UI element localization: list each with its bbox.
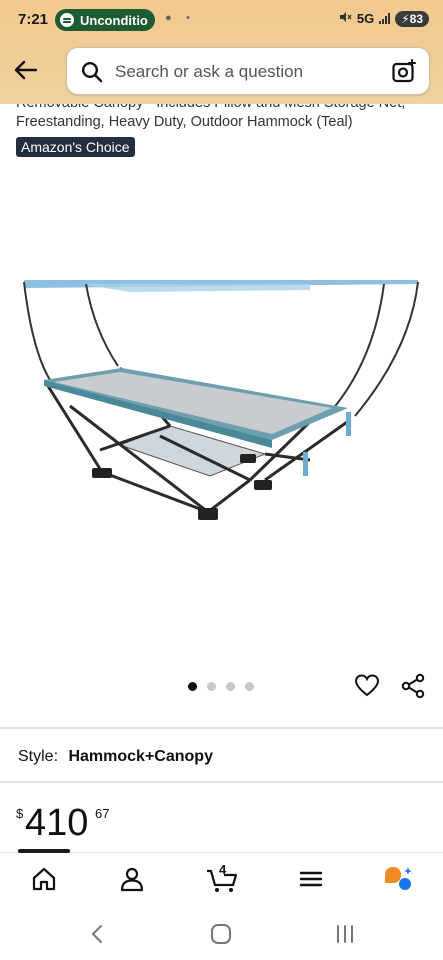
strap	[303, 452, 308, 476]
heart-icon[interactable]	[354, 673, 380, 699]
price-whole: 410	[25, 802, 89, 844]
search-box[interactable]	[66, 47, 430, 96]
frame-foot	[254, 480, 272, 490]
system-recents-icon[interactable]	[333, 922, 357, 946]
section-divider	[0, 781, 443, 783]
frame-foot	[92, 468, 112, 478]
style-label: Style:	[18, 748, 59, 765]
search-input[interactable]	[113, 48, 377, 96]
canopy-pole-right-back	[331, 283, 385, 411]
strap	[346, 412, 351, 436]
mute-icon	[338, 10, 352, 27]
media-label: Unconditio	[80, 12, 148, 28]
style-selector[interactable]: Style: Hammock+Canopy	[18, 748, 213, 766]
home-icon[interactable]	[30, 865, 58, 893]
camera-search-icon[interactable]	[391, 59, 417, 85]
canopy-pole-left-back	[85, 283, 119, 367]
share-icon[interactable]	[400, 673, 426, 699]
canopy-pole-left-front	[23, 281, 51, 381]
price-currency: $	[16, 806, 24, 821]
cart-count-badge: 4	[219, 862, 227, 877]
section-divider	[0, 727, 443, 729]
search-row	[0, 44, 443, 100]
active-tab-indicator	[18, 849, 70, 853]
media-playing-pill[interactable]: Unconditio	[55, 9, 155, 31]
price-fraction: 67	[95, 806, 110, 821]
carousel-dot[interactable]	[226, 682, 235, 691]
back-arrow-icon[interactable]	[12, 56, 40, 84]
top-header: 7:21 Unconditio ● • 5G ⚡83	[0, 0, 443, 104]
system-home-icon[interactable]	[209, 922, 233, 946]
image-carousel-dots	[188, 682, 254, 691]
spotify-icon	[60, 13, 74, 27]
product-title-line-2: Freestanding, Heavy Duty, Outdoor Hammoc…	[16, 114, 353, 130]
status-bar: 7:21 Unconditio ● • 5G ⚡83	[0, 0, 443, 40]
bottom-nav: 4	[0, 849, 443, 905]
frame-foot	[198, 508, 218, 520]
search-icon	[81, 61, 103, 83]
rufus-assistant-icon[interactable]	[383, 865, 415, 893]
status-right-group: 5G ⚡83	[338, 10, 429, 27]
battery-icon: ⚡83	[395, 10, 429, 27]
carousel-dot[interactable]	[207, 682, 216, 691]
account-icon[interactable]	[118, 865, 146, 893]
style-value: Hammock+Canopy	[68, 748, 213, 765]
notification-icon: ●	[165, 12, 172, 24]
menu-icon[interactable]	[297, 865, 325, 893]
carousel-dot[interactable]	[188, 682, 197, 691]
system-navigation-bar	[0, 904, 443, 960]
network-type: 5G	[356, 11, 375, 26]
more-notifications-dot-icon: •	[186, 12, 190, 24]
frame-foot	[240, 454, 256, 463]
amazons-choice-badge[interactable]: Amazon's Choice	[16, 137, 135, 157]
system-back-icon[interactable]	[86, 922, 110, 946]
canopy-shade	[80, 284, 310, 292]
status-time: 7:21	[18, 11, 49, 28]
signal-icon	[379, 13, 391, 24]
product-image-hammock[interactable]	[10, 240, 433, 550]
battery-level: 83	[409, 11, 423, 26]
canopy-pole-right-front	[354, 281, 419, 417]
carousel-dot[interactable]	[245, 682, 254, 691]
